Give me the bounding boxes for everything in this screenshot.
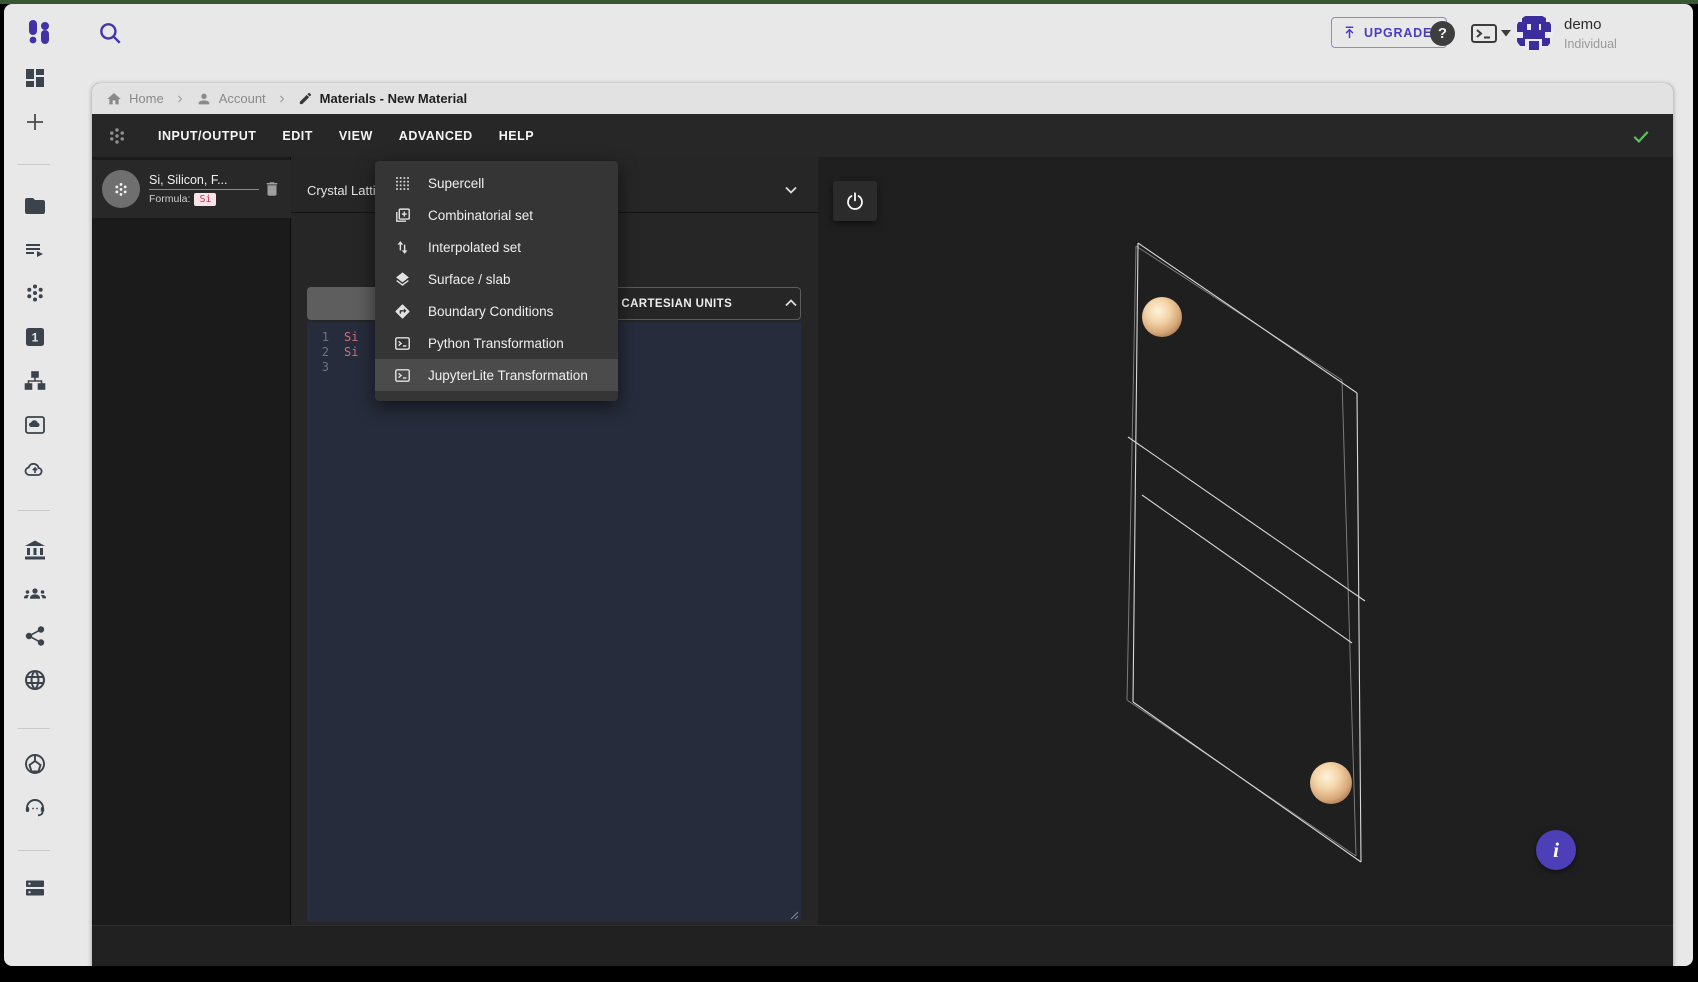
breadcrumb-account[interactable]: Account [196, 91, 266, 107]
line-number: 2 [307, 345, 329, 360]
terminal-icon [394, 367, 411, 384]
menu-input-output[interactable]: INPUT/OUTPUT [158, 129, 256, 143]
home-icon [106, 91, 122, 107]
crystal-3d-viewer[interactable] [818, 157, 1673, 925]
console-icon [1470, 22, 1498, 44]
material-list-item[interactable]: Si, Silicon, F... Formula: Si [92, 160, 291, 218]
delete-material-icon[interactable] [263, 179, 281, 199]
menu-item-surface-slab[interactable]: Surface / slab [375, 263, 618, 295]
support-icon[interactable] [23, 795, 47, 819]
designer-body: Si, Silicon, F... Formula: Si Crystal La… [92, 157, 1673, 925]
power-button[interactable] [833, 181, 877, 221]
menu-item-supercell[interactable]: Supercell [375, 167, 618, 199]
basis-code-editor[interactable]: 1 Si 2 Si 3 [307, 322, 801, 922]
supercell-grid-icon [394, 175, 411, 192]
chevron-down-icon[interactable] [781, 180, 801, 200]
formula-chip: Si [194, 193, 216, 206]
menu-item-combinatorial-set[interactable]: Combinatorial set [375, 199, 618, 231]
breadcrumb: Home Account Materials - New Material [92, 83, 1673, 114]
pencil-icon [298, 91, 313, 106]
menu-item-python-transformation[interactable]: Python Transformation [375, 327, 618, 359]
upgrade-upload-icon [1342, 25, 1357, 40]
info-fab[interactable]: i [1536, 830, 1576, 870]
one-square-icon[interactable]: 1 [23, 325, 47, 349]
page: UPGRADE ? demo [0, 0, 1698, 982]
materials-list-panel: Si, Silicon, F... Formula: Si [92, 157, 291, 925]
people-icon[interactable] [23, 581, 47, 605]
menu-item-jupyterlite-transformation[interactable]: JupyterLite Transformation [375, 359, 618, 391]
formula-label: Formula: [149, 193, 190, 205]
folder-icon[interactable] [23, 194, 47, 218]
breadcrumb-home[interactable]: Home [106, 91, 164, 107]
terminal-icon [394, 335, 411, 352]
image-box-icon[interactable] [23, 413, 47, 437]
material-name-field[interactable]: Si, Silicon, F... [149, 173, 259, 190]
atom-si-2 [1310, 762, 1352, 804]
plus-icon[interactable] [23, 110, 47, 134]
card-footer [92, 925, 1673, 966]
svg-text:1: 1 [32, 331, 39, 345]
workflow-tree-icon[interactable] [23, 369, 47, 393]
avatar-identicon[interactable] [1515, 14, 1553, 52]
sidebar-divider [18, 164, 50, 165]
upgrade-label: UPGRADE [1364, 26, 1432, 40]
code-line: Si [344, 330, 358, 345]
menu-item-interpolated-set[interactable]: Interpolated set [375, 231, 618, 263]
chevron-right-icon [173, 92, 187, 106]
power-icon [844, 190, 866, 212]
cloud-upload-icon[interactable] [23, 457, 47, 481]
person-icon [196, 91, 212, 107]
search-icon[interactable] [97, 20, 123, 46]
menu-help[interactable]: HELP [499, 129, 534, 143]
code-line: Si [344, 345, 358, 360]
ball-icon[interactable] [23, 752, 47, 776]
chevron-right-icon [275, 92, 289, 106]
save-check-icon[interactable] [1631, 126, 1651, 146]
globe-icon[interactable] [23, 668, 47, 692]
app-window: UPGRADE ? demo [4, 4, 1693, 966]
bank-icon[interactable] [23, 538, 47, 562]
app-logo[interactable] [24, 17, 54, 47]
menu-advanced[interactable]: ADVANCED [399, 129, 473, 143]
playlist-icon[interactable] [23, 238, 47, 262]
breadcrumb-current: Materials - New Material [298, 91, 467, 106]
swap-vert-icon [394, 239, 411, 256]
designer-menu-bar: INPUT/OUTPUT EDIT VIEW ADVANCED HELP [92, 114, 1673, 157]
top-app-bar: UPGRADE ? demo [4, 4, 1693, 62]
storage-icon[interactable] [23, 876, 47, 900]
advanced-dropdown-menu: Supercell Combinatorial set [375, 161, 618, 401]
directions-diamond-icon [394, 303, 411, 320]
menu-view[interactable]: VIEW [339, 129, 373, 143]
user-plan: Individual [1564, 37, 1617, 51]
menu-edit[interactable]: EDIT [282, 129, 312, 143]
material-avatar [102, 170, 140, 208]
atoms-icon [106, 125, 128, 147]
content-card: Home Account Materials - New Material [92, 83, 1673, 966]
sidebar-divider [18, 728, 50, 729]
atom-si-1 [1142, 297, 1182, 337]
line-number: 3 [307, 360, 329, 375]
help-icon[interactable]: ? [1430, 21, 1455, 46]
menu-item-boundary-conditions[interactable]: Boundary Conditions [375, 295, 618, 327]
sidebar-divider [18, 510, 50, 511]
caret-down-icon [1501, 30, 1511, 37]
layers-icon [394, 271, 411, 288]
resize-handle[interactable] [788, 909, 798, 919]
sidebar-divider [18, 850, 50, 851]
library-add-icon [394, 207, 411, 224]
line-number: 1 [307, 330, 329, 345]
console-menu-button[interactable] [1470, 22, 1514, 44]
atoms-icon[interactable] [23, 281, 47, 305]
user-name[interactable]: demo [1564, 16, 1602, 33]
dashboard-icon[interactable] [23, 66, 47, 90]
unit-cell-wireframe [818, 157, 1673, 925]
share-icon[interactable] [23, 624, 47, 648]
